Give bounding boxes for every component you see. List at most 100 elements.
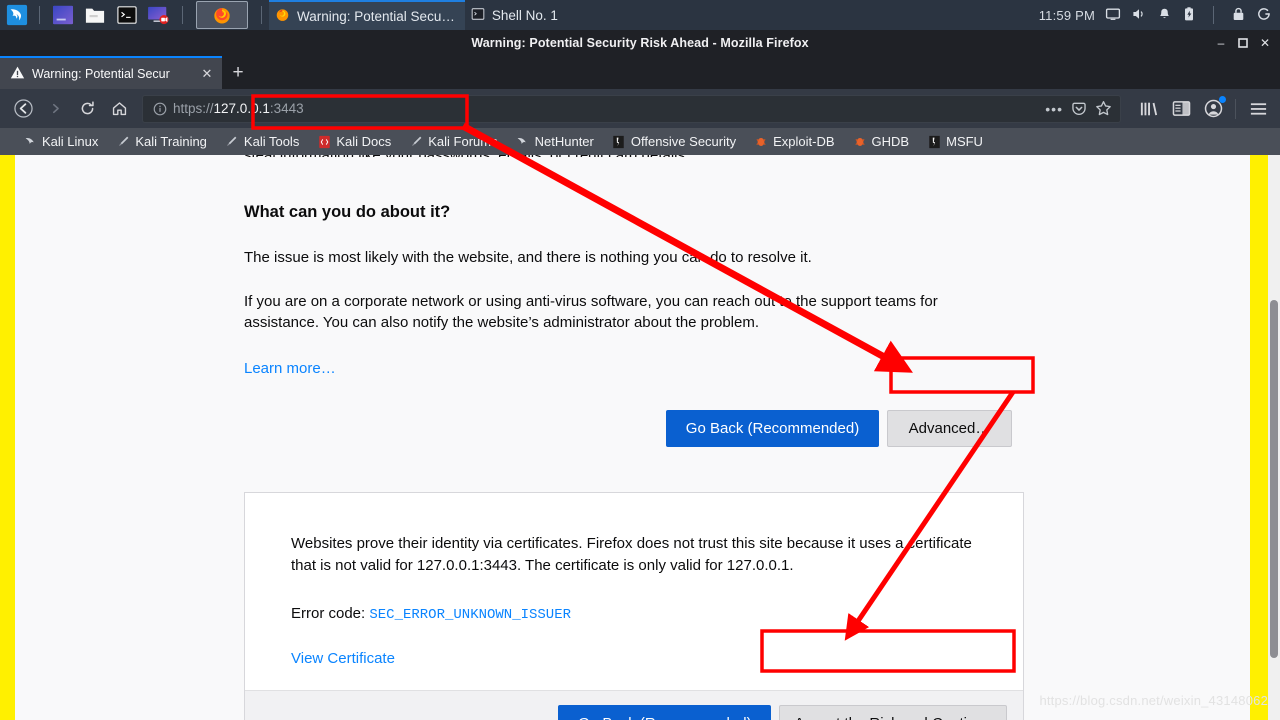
maximize-button[interactable] xyxy=(1232,30,1254,56)
bookmark-ghdb[interactable]: GHDB xyxy=(844,131,919,153)
bookmark-label: Offensive Security xyxy=(630,134,737,149)
battery-icon[interactable] xyxy=(1182,6,1196,25)
star-icon[interactable] xyxy=(1095,100,1112,117)
info-circle-icon[interactable] xyxy=(151,100,169,118)
navigation-toolbar: https://127.0.0.1:3443 ••• xyxy=(0,89,1280,128)
bookmark-kali-linux[interactable]: Kali Linux xyxy=(14,131,107,153)
display-icon[interactable] xyxy=(1105,6,1121,25)
clock[interactable]: 11:59 PM xyxy=(1039,8,1095,23)
bookmark-kali-forums[interactable]: Kali Forums xyxy=(400,131,506,153)
hamburger-menu-icon[interactable] xyxy=(1244,95,1272,123)
url-bar-container: https://127.0.0.1:3443 ••• xyxy=(142,94,1121,123)
bookmark-nethunter[interactable]: NetHunter xyxy=(507,131,603,153)
minimize-button[interactable]: – xyxy=(1210,30,1232,56)
url-port: :3443 xyxy=(269,101,304,116)
close-button[interactable]: ✕ xyxy=(1254,30,1276,56)
library-icon[interactable] xyxy=(1135,95,1163,123)
bookmark-label: MSFU xyxy=(946,134,983,149)
url-scheme: https:// xyxy=(173,101,214,116)
bookmark-kali-training[interactable]: Kali Training xyxy=(107,131,216,153)
offsec-icon xyxy=(612,135,626,149)
firefox-icon xyxy=(275,7,290,25)
clipped-paragraph: steal information like your passwords, e… xyxy=(244,155,1034,157)
url-text[interactable]: https://127.0.0.1:3443 xyxy=(173,101,1045,116)
taskbar-window-shell-label: Shell No. 1 xyxy=(491,7,558,23)
system-tray: 11:59 PM xyxy=(1039,6,1280,25)
new-tab-button[interactable]: + xyxy=(222,56,254,89)
terminal-emulator-launcher[interactable] xyxy=(50,2,76,28)
page-actions-icon[interactable]: ••• xyxy=(1045,101,1063,117)
account-icon[interactable] xyxy=(1199,95,1227,123)
page-viewport: steal information like your passwords, e… xyxy=(0,155,1280,720)
power-icon[interactable] xyxy=(1256,6,1272,25)
volume-icon[interactable] xyxy=(1131,6,1147,25)
account-notification-dot xyxy=(1219,95,1226,103)
back-button[interactable] xyxy=(8,94,38,124)
window-title: Warning: Potential Security Risk Ahead -… xyxy=(471,36,809,50)
learn-more-link[interactable]: Learn more… xyxy=(244,358,336,380)
bookmark-exploit-db[interactable]: Exploit-DB xyxy=(745,131,843,153)
lock-icon[interactable] xyxy=(1231,6,1246,25)
taskbar-window-firefox[interactable]: Warning: Potential Secu… xyxy=(269,0,465,30)
bookmarks-bar: Kali Linux Kali Training Kali Tools Kali… xyxy=(0,128,1280,155)
paragraph-2: If you are on a corporate network or usi… xyxy=(244,292,938,332)
tab-close-icon[interactable]: ✕ xyxy=(198,65,216,83)
scrollbar-thumb[interactable] xyxy=(1270,300,1278,658)
bell-icon[interactable] xyxy=(1157,6,1172,25)
go-back-button[interactable]: Go Back (Recommended) xyxy=(666,409,879,447)
taskbar-divider-2 xyxy=(182,6,183,24)
window-controls: – ✕ xyxy=(1210,30,1276,56)
screen-recorder-launcher[interactable] xyxy=(146,2,172,28)
page-heading: What can you do about it? xyxy=(244,203,451,221)
tab-bar: Warning: Potential Secur ✕ + xyxy=(0,56,1280,89)
tab-warning-security[interactable]: Warning: Potential Secur ✕ xyxy=(0,56,222,89)
bookmark-label: Kali Linux xyxy=(42,134,99,149)
offsec-icon xyxy=(927,135,941,149)
view-certificate-link[interactable]: View Certificate xyxy=(291,650,395,667)
error-page-body: steal information like your passwords, e… xyxy=(244,155,1034,447)
terminal-icon xyxy=(471,7,485,24)
advanced-button[interactable]: Advanced… xyxy=(887,409,1012,447)
firefox-titlebar: Warning: Potential Security Risk Ahead -… xyxy=(0,30,1280,56)
watermark-text: https://blog.csdn.net/weixin_43148062 xyxy=(1039,693,1268,708)
exploit-db-icon xyxy=(853,135,867,149)
bookmark-label: GHDB xyxy=(871,134,910,149)
error-code-link[interactable]: SEC_ERROR_UNKNOWN_ISSUER xyxy=(369,607,571,623)
firefox-window: Warning: Potential Security Risk Ahead -… xyxy=(0,30,1280,720)
url-bar[interactable]: https://127.0.0.1:3443 ••• xyxy=(142,94,1121,123)
certificate-description: Websites prove their identity via certif… xyxy=(291,534,972,574)
bookmark-kali-tools[interactable]: Kali Tools xyxy=(216,131,308,153)
reload-button[interactable] xyxy=(72,94,102,124)
sidebar-icon[interactable] xyxy=(1167,95,1195,123)
page-scrollbar[interactable] xyxy=(1268,155,1280,720)
bookmark-offensive-security[interactable]: Offensive Security xyxy=(603,131,745,153)
kali-dragon-icon xyxy=(516,135,530,149)
kali-tool-icon xyxy=(116,135,130,149)
kali-docs-book-icon xyxy=(317,135,331,149)
accept-risk-button[interactable]: Accept the Risk and Continue xyxy=(779,704,1007,720)
toolbar-divider xyxy=(1235,98,1236,119)
terminal-launcher[interactable] xyxy=(114,2,140,28)
bookmark-label: Kali Forums xyxy=(428,134,498,149)
home-button[interactable] xyxy=(104,94,134,124)
error-code-label: Error code: xyxy=(291,605,370,623)
paragraph-1: The issue is most likely with the websit… xyxy=(244,248,812,266)
kali-dragon-icon xyxy=(23,135,37,149)
firefox-launcher[interactable] xyxy=(196,1,248,29)
cert-go-back-button[interactable]: Go Back (Recommended) xyxy=(558,704,772,720)
file-manager-launcher[interactable] xyxy=(82,2,108,28)
bookmark-msfu[interactable]: MSFU xyxy=(918,131,992,153)
bookmark-label: Kali Training xyxy=(135,134,207,149)
pocket-icon[interactable] xyxy=(1071,101,1087,117)
bookmark-kali-docs[interactable]: Kali Docs xyxy=(308,131,400,153)
primary-button-row: Go Back (Recommended) Advanced… xyxy=(244,409,1034,447)
bookmark-label: NetHunter xyxy=(534,134,594,149)
taskbar-window-firefox-label: Warning: Potential Secu… xyxy=(297,8,455,24)
forward-button[interactable] xyxy=(40,94,70,124)
taskbar-window-shell[interactable]: Shell No. 1 xyxy=(465,0,568,30)
taskbar-divider-3 xyxy=(261,6,262,24)
page-content: steal information like your passwords, e… xyxy=(15,155,1250,720)
url-host: 127.0.0.1 xyxy=(213,101,270,116)
kali-dragon-icon[interactable] xyxy=(2,0,32,30)
right-yellow-stripe xyxy=(1250,155,1268,720)
